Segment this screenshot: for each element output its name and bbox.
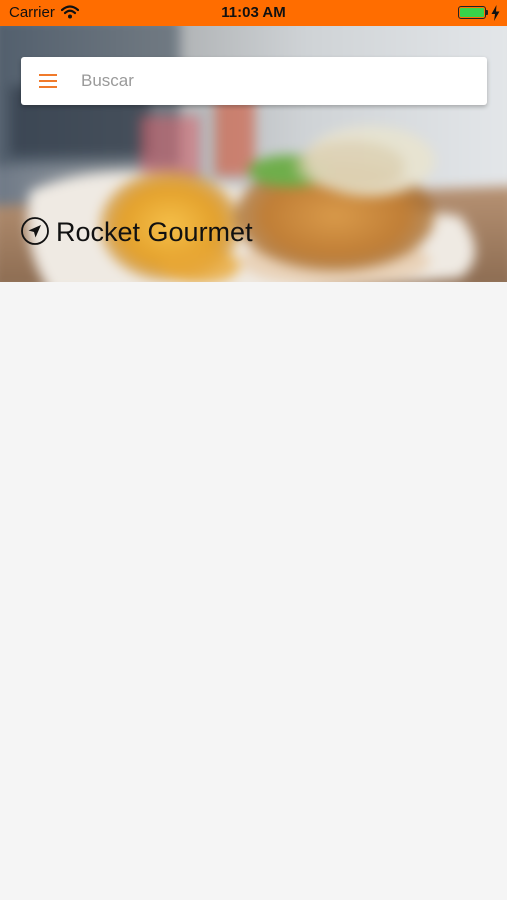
clock: 11:03 AM — [221, 4, 286, 21]
status-bar: Carrier 11:03 AM — [0, 0, 507, 26]
content-area — [0, 282, 507, 900]
battery-icon — [458, 6, 486, 19]
restaurant-name: Rocket Gourmet — [56, 217, 253, 247]
charging-bolt-icon — [491, 5, 500, 21]
search-input[interactable] — [81, 61, 476, 101]
battery-tip — [486, 10, 488, 15]
hamburger-menu-icon[interactable] — [38, 72, 58, 90]
navigation-arrow-icon — [21, 217, 49, 245]
battery-level — [460, 8, 484, 17]
